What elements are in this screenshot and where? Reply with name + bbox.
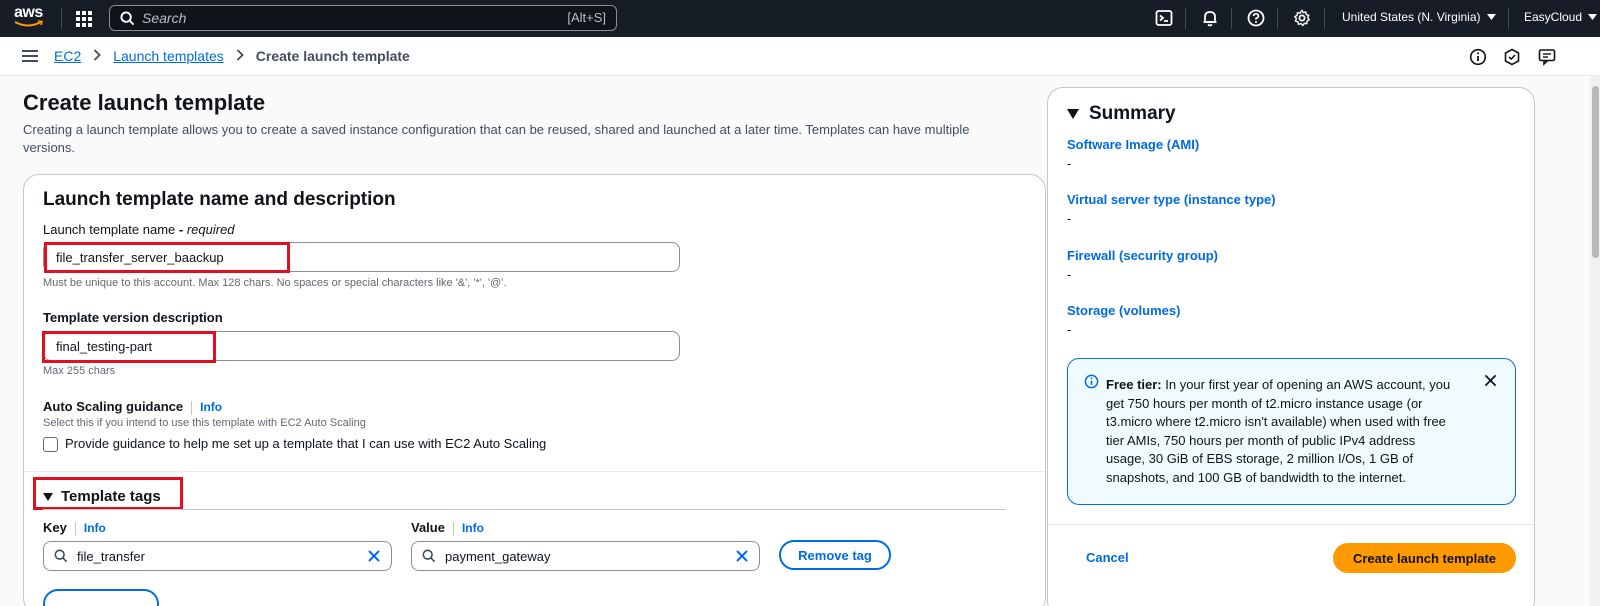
summary-ami-value: - [1067, 156, 1072, 171]
required-marker: required [186, 222, 235, 237]
gear-icon[interactable] [1293, 9, 1311, 27]
breadcrumb-launch-templates[interactable]: Launch templates [113, 48, 224, 64]
aws-smile-icon [14, 20, 44, 27]
template-name-container: Launch template name and description Lau… [23, 174, 1046, 606]
summary-panel: Summary Software Image (AMI) - Virtual s… [1047, 87, 1535, 606]
info-link[interactable]: Info [84, 521, 106, 535]
apps-grid-icon[interactable] [76, 11, 92, 27]
breadcrumb-current: Create launch template [255, 48, 410, 64]
summary-title: Summary [1089, 103, 1176, 124]
auto-scaling-checkbox-label[interactable]: Provide guidance to help me set up a tem… [65, 436, 546, 451]
global-search[interactable]: [Alt+S] [109, 5, 617, 31]
auto-scaling-guidance-title: Auto Scaling guidance [43, 399, 184, 414]
breadcrumb-bar: EC2 Launch templates Create launch templ… [0, 37, 1600, 76]
highlight-box [42, 331, 216, 363]
free-tier-body: In your first year of opening an AWS acc… [1106, 377, 1451, 485]
cloudshell-icon[interactable] [1155, 9, 1173, 27]
feedback-icon[interactable] [1538, 48, 1556, 66]
tag-value-title: Value [411, 520, 445, 535]
info-link[interactable]: Info [462, 521, 484, 535]
nav-separator [1185, 8, 1186, 29]
divider [191, 400, 193, 415]
version-description-label: Template version description [43, 310, 223, 325]
bell-icon[interactable] [1201, 9, 1219, 27]
template-name-label: Launch template name - required [43, 222, 235, 237]
nav-separator [1277, 8, 1278, 29]
account-label: EasyCloud [1524, 10, 1583, 24]
region-selector[interactable]: United States (N. Virginia) [1342, 10, 1496, 24]
summary-toggle[interactable]: Summary [1067, 103, 1176, 125]
search-input[interactable] [142, 9, 542, 27]
region-label: United States (N. Virginia) [1342, 10, 1481, 24]
help-icon[interactable] [1247, 9, 1265, 27]
nav-separator [1508, 8, 1509, 29]
tag-value-label: Value Info [411, 520, 484, 536]
summary-firewall-link[interactable]: Firewall (security group) [1067, 248, 1218, 263]
auto-scaling-hint: Select this if you intend to use this te… [43, 417, 366, 429]
chevron-right-icon [93, 48, 102, 64]
search-shortcut: [Alt+S] [567, 10, 606, 25]
close-icon[interactable] [1484, 374, 1497, 387]
breadcrumb: EC2 Launch templates Create launch templ… [54, 48, 410, 64]
tag-key-title: Key [43, 520, 67, 535]
page-description: Creating a launch template allows you to… [23, 122, 970, 155]
highlight-box [33, 477, 183, 510]
free-tier-alert: Free tier: In your first year of opening… [1067, 358, 1516, 505]
auto-scaling-checkbox[interactable] [43, 437, 58, 452]
info-icon [1084, 374, 1099, 389]
free-tier-heading: Free tier: [1106, 377, 1162, 392]
section-title: Launch template name and description [43, 189, 396, 210]
summary-divider [1048, 524, 1534, 525]
top-navigation: aws [Alt+S] United St [0, 0, 1600, 37]
scrollbar-thumb[interactable] [1592, 86, 1599, 258]
summary-storage-value: - [1067, 322, 1072, 337]
section-divider [24, 471, 1045, 472]
nav-separator [1231, 8, 1232, 29]
summary-ami-link[interactable]: Software Image (AMI) [1067, 137, 1199, 152]
search-icon [422, 549, 436, 563]
chevron-right-icon [236, 48, 244, 64]
summary-instance-type-link[interactable]: Virtual server type (instance type) [1067, 192, 1276, 207]
tag-key-field[interactable] [43, 541, 392, 571]
clear-icon[interactable] [367, 549, 381, 563]
tag-key-label: Key Info [43, 520, 106, 536]
info-icon[interactable] [1469, 48, 1487, 66]
remove-tag-button[interactable]: Remove tag [779, 540, 891, 570]
tags-divider [43, 509, 1006, 510]
menu-icon[interactable] [22, 50, 38, 62]
nav-separator [1324, 8, 1325, 29]
search-icon [120, 11, 135, 26]
divider [452, 521, 454, 536]
security-icon[interactable] [1503, 48, 1521, 66]
template-name-label-sep: - [175, 222, 187, 237]
free-tier-text: Free tier: In your first year of opening… [1106, 376, 1456, 487]
aws-logo-text: aws [14, 4, 43, 21]
version-description-hint: Max 255 chars [43, 365, 116, 377]
template-name-hint: Must be unique to this account. Max 128 … [43, 277, 507, 289]
add-new-tag-button[interactable] [43, 589, 159, 606]
search-icon [54, 549, 68, 563]
info-link[interactable]: Info [200, 400, 222, 414]
account-menu[interactable]: EasyCloud [1524, 10, 1598, 24]
cancel-button[interactable]: Cancel [1086, 550, 1129, 565]
caret-down-icon [1486, 14, 1496, 20]
caret-down-icon [1067, 109, 1079, 119]
summary-instance-type-value: - [1067, 211, 1072, 226]
nav-separator [61, 8, 62, 29]
caret-down-icon [1588, 14, 1598, 20]
clear-icon[interactable] [735, 549, 749, 563]
template-name-label-text: Launch template name [43, 222, 176, 237]
page-title: Create launch template [23, 90, 266, 115]
summary-firewall-value: - [1067, 267, 1072, 282]
highlight-box [44, 242, 290, 273]
tag-value-input[interactable] [445, 547, 715, 565]
auto-scaling-guidance-label: Auto Scaling guidance Info [43, 399, 222, 415]
aws-logo[interactable]: aws [14, 5, 48, 31]
create-launch-template-button[interactable]: Create launch template [1333, 543, 1516, 573]
breadcrumb-ec2[interactable]: EC2 [54, 48, 81, 64]
tag-key-input[interactable] [77, 547, 347, 565]
tag-value-field[interactable] [411, 541, 760, 571]
divider [74, 521, 76, 536]
summary-storage-link[interactable]: Storage (volumes) [1067, 303, 1180, 318]
